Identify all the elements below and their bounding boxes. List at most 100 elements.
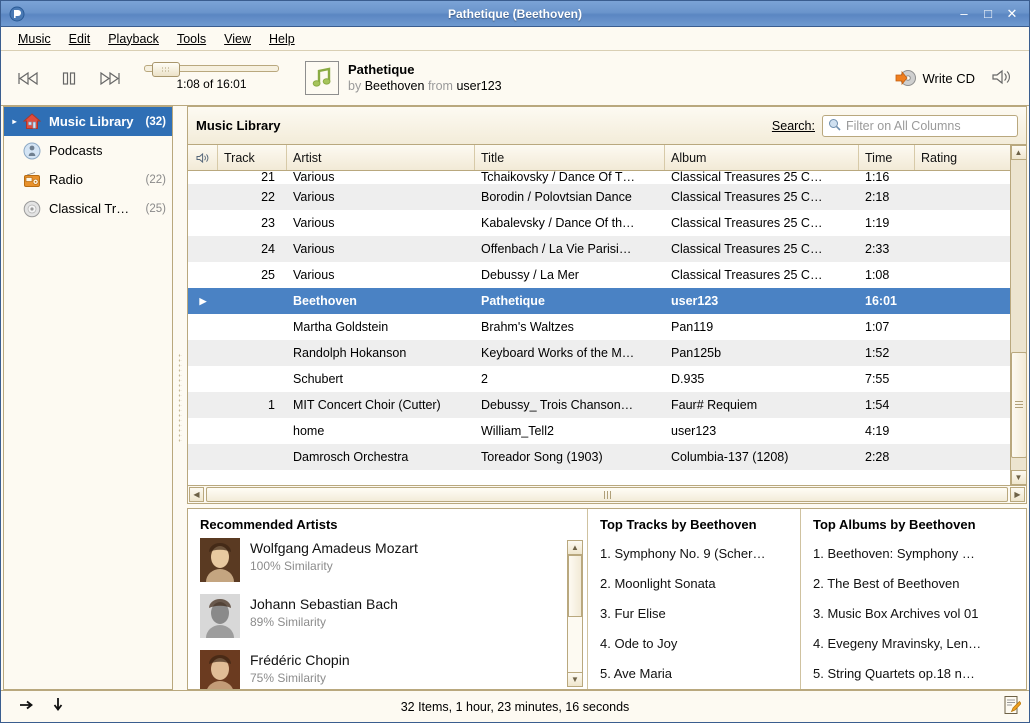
- cell-track: 23: [261, 216, 275, 230]
- menu-edit[interactable]: Edit: [60, 29, 100, 49]
- rhythmbox-window: Pathetique (Beethoven) – □ ✕ Music Edit …: [0, 0, 1030, 723]
- top-track-item[interactable]: 4. Ode to Joy: [600, 628, 800, 658]
- sidebar-item-classical-treasures[interactable]: Classical Tr… (25): [4, 194, 172, 223]
- minimize-button[interactable]: –: [957, 7, 971, 20]
- menu-music[interactable]: Music: [9, 29, 60, 49]
- menu-tools[interactable]: Tools: [168, 29, 215, 49]
- column-header-album[interactable]: Album: [665, 145, 859, 170]
- top-track-item[interactable]: 3. Fur Elise: [600, 598, 800, 628]
- vscroll-track[interactable]: [1010, 160, 1027, 470]
- column-header-rating[interactable]: Rating: [915, 145, 1010, 170]
- cell-artist: home: [293, 424, 325, 438]
- table-row[interactable]: Martha Goldstein Brahm's Waltzes Pan119 1:0…: [188, 314, 1010, 340]
- scroll-down-arrow[interactable]: ▼: [1010, 470, 1027, 485]
- top-album-item[interactable]: 1. Beethoven: Symphony …: [813, 538, 1026, 568]
- by-word: by: [348, 79, 362, 94]
- table-row[interactable]: Schubert 2 D.935 7:55: [188, 366, 1010, 392]
- cell-title: Borodin / Polovtsian Dance: [481, 190, 632, 204]
- maximize-button[interactable]: □: [981, 7, 995, 20]
- sidebar-item-music-library[interactable]: ▸ Music Library (32): [4, 107, 172, 136]
- window-title: Pathetique (Beethoven): [447, 6, 582, 21]
- recommended-artist-item[interactable]: Johann Sebastian Bach 89% Similarity: [200, 594, 565, 650]
- table-row[interactable]: 1 MIT Concert Choir (Cutter) Debussy_ Troi…: [188, 392, 1010, 418]
- table-row[interactable]: Damrosch Orchestra Toreador Song (1903) Co…: [188, 444, 1010, 470]
- table-vertical-scrollbar[interactable]: ▲ ▼: [1010, 145, 1027, 485]
- arrow-right-icon[interactable]: [19, 698, 35, 715]
- cd-icon: [21, 199, 43, 219]
- cell-album: Classical Treasures 25 C…: [671, 216, 823, 230]
- artists-scroll-thumb[interactable]: [568, 555, 582, 617]
- edit-note-icon[interactable]: [1003, 695, 1022, 718]
- titlebar: Pathetique (Beethoven) – □ ✕: [1, 1, 1029, 27]
- next-icon[interactable]: [96, 67, 122, 89]
- cell-title: Tchaikovsky / Dance Of T…: [481, 171, 635, 184]
- cell-title: Offenbach / La Vie Parisi…: [481, 242, 632, 256]
- table-row[interactable]: 21 Various Tchaikovsky / Dance Of T… Classi…: [188, 171, 1010, 184]
- top-album-item[interactable]: 2. The Best of Beethoven: [813, 568, 1026, 598]
- close-button[interactable]: ✕: [1005, 7, 1019, 20]
- seek-thumb[interactable]: [152, 62, 180, 77]
- cell-track: 21: [261, 171, 275, 184]
- now-playing-subtitle: by Beethoven from user123: [348, 78, 502, 95]
- seek-track[interactable]: [144, 62, 279, 77]
- search-input[interactable]: Filter on All Columns: [822, 114, 1018, 137]
- cell-album: D.935: [671, 372, 705, 386]
- vscroll-thumb[interactable]: [1010, 352, 1027, 458]
- cell-time: 2:28: [865, 450, 890, 464]
- table-row[interactable]: 24 Various Offenbach / La Vie Parisi… Class…: [188, 236, 1010, 262]
- seek-slider[interactable]: 1:08 of 16:01: [144, 62, 279, 91]
- cell-artist: Various: [293, 242, 335, 256]
- recommended-artist-info: Wolfgang Amadeus Mozart 100% Similarity: [250, 538, 418, 573]
- top-album-item[interactable]: 3. Music Box Archives vol 01: [813, 598, 1026, 628]
- cell-time: 7:55: [865, 372, 890, 386]
- table-row[interactable]: Randolph Hokanson Keyboard Works of the M…: [188, 340, 1010, 366]
- previous-icon[interactable]: [16, 67, 42, 89]
- artists-scroll-up-arrow[interactable]: ▲: [567, 540, 583, 555]
- column-header-artist[interactable]: Artist: [287, 145, 475, 170]
- recommended-artist-item[interactable]: Frédéric Chopin 75% Similarity: [200, 650, 565, 689]
- artists-scroll-track[interactable]: [567, 555, 583, 672]
- splitter-grip[interactable]: [178, 353, 182, 443]
- volume-icon[interactable]: [991, 68, 1013, 89]
- table-row[interactable]: 23 Various Kabalevsky / Dance Of th… Classi…: [188, 210, 1010, 236]
- recommended-artist-item[interactable]: Wolfgang Amadeus Mozart 100% Similarity: [200, 538, 565, 594]
- sidebar-item-podcasts[interactable]: Podcasts: [4, 136, 172, 165]
- column-header-track[interactable]: Track: [218, 145, 287, 170]
- arrow-down-icon[interactable]: [51, 697, 65, 716]
- column-header-playing[interactable]: [188, 145, 218, 170]
- top-albums-list: 1. Beethoven: Symphony … 2. The Best of B…: [801, 538, 1026, 688]
- recommended-artists-title: Recommended Artists: [200, 517, 338, 532]
- column-header-title[interactable]: Title: [475, 145, 665, 170]
- table-row[interactable]: home William_Tell2 user123 4:19: [188, 418, 1010, 444]
- menu-music-label: Music: [18, 31, 51, 46]
- scroll-left-arrow[interactable]: ◀: [189, 487, 204, 502]
- top-track-item[interactable]: 2. Moonlight Sonata: [600, 568, 800, 598]
- expander-icon[interactable]: ▸: [8, 117, 21, 126]
- hscroll-thumb[interactable]: [206, 487, 1008, 502]
- hscroll-track[interactable]: [204, 487, 1010, 502]
- top-tracks-title: Top Tracks by Beethoven: [600, 517, 757, 532]
- scroll-up-arrow[interactable]: ▲: [1010, 145, 1027, 160]
- artists-scrollbar[interactable]: ▲ ▼: [567, 540, 583, 687]
- table-row[interactable]: 22 Various Borodin / Polovtsian Dance Class…: [188, 184, 1010, 210]
- artists-scroll-down-arrow[interactable]: ▼: [567, 672, 583, 687]
- recommended-artist-name: Johann Sebastian Bach: [250, 596, 398, 612]
- menu-view[interactable]: View: [215, 29, 260, 49]
- table-row[interactable]: ▶ Beethoven Pathetique user123 16:01: [188, 288, 1010, 314]
- write-cd-button[interactable]: Write CD: [895, 68, 975, 88]
- table-row[interactable]: 25 Various Debussy / La Mer Classical Treas…: [188, 262, 1010, 288]
- pause-icon[interactable]: [56, 67, 82, 89]
- pane-splitter[interactable]: [173, 106, 187, 690]
- recommended-artist-similarity: 89% Similarity: [250, 615, 327, 629]
- top-track-item[interactable]: 5. Ave Maria: [600, 658, 800, 688]
- column-header-time[interactable]: Time: [859, 145, 915, 170]
- recommended-artist-similarity: 100% Similarity: [250, 559, 333, 573]
- sidebar-item-radio[interactable]: Radio (22): [4, 165, 172, 194]
- top-track-item[interactable]: 1. Symphony No. 9 (Scher…: [600, 538, 800, 568]
- table-horizontal-scrollbar[interactable]: ◀ ▶: [187, 486, 1027, 504]
- menu-playback[interactable]: Playback: [99, 29, 168, 49]
- top-album-item[interactable]: 5. String Quartets op.18 n…: [813, 658, 1026, 688]
- menu-help[interactable]: Help: [260, 29, 304, 49]
- top-album-item[interactable]: 4. Evegeny Mravinsky, Len…: [813, 628, 1026, 658]
- scroll-right-arrow[interactable]: ▶: [1010, 487, 1025, 502]
